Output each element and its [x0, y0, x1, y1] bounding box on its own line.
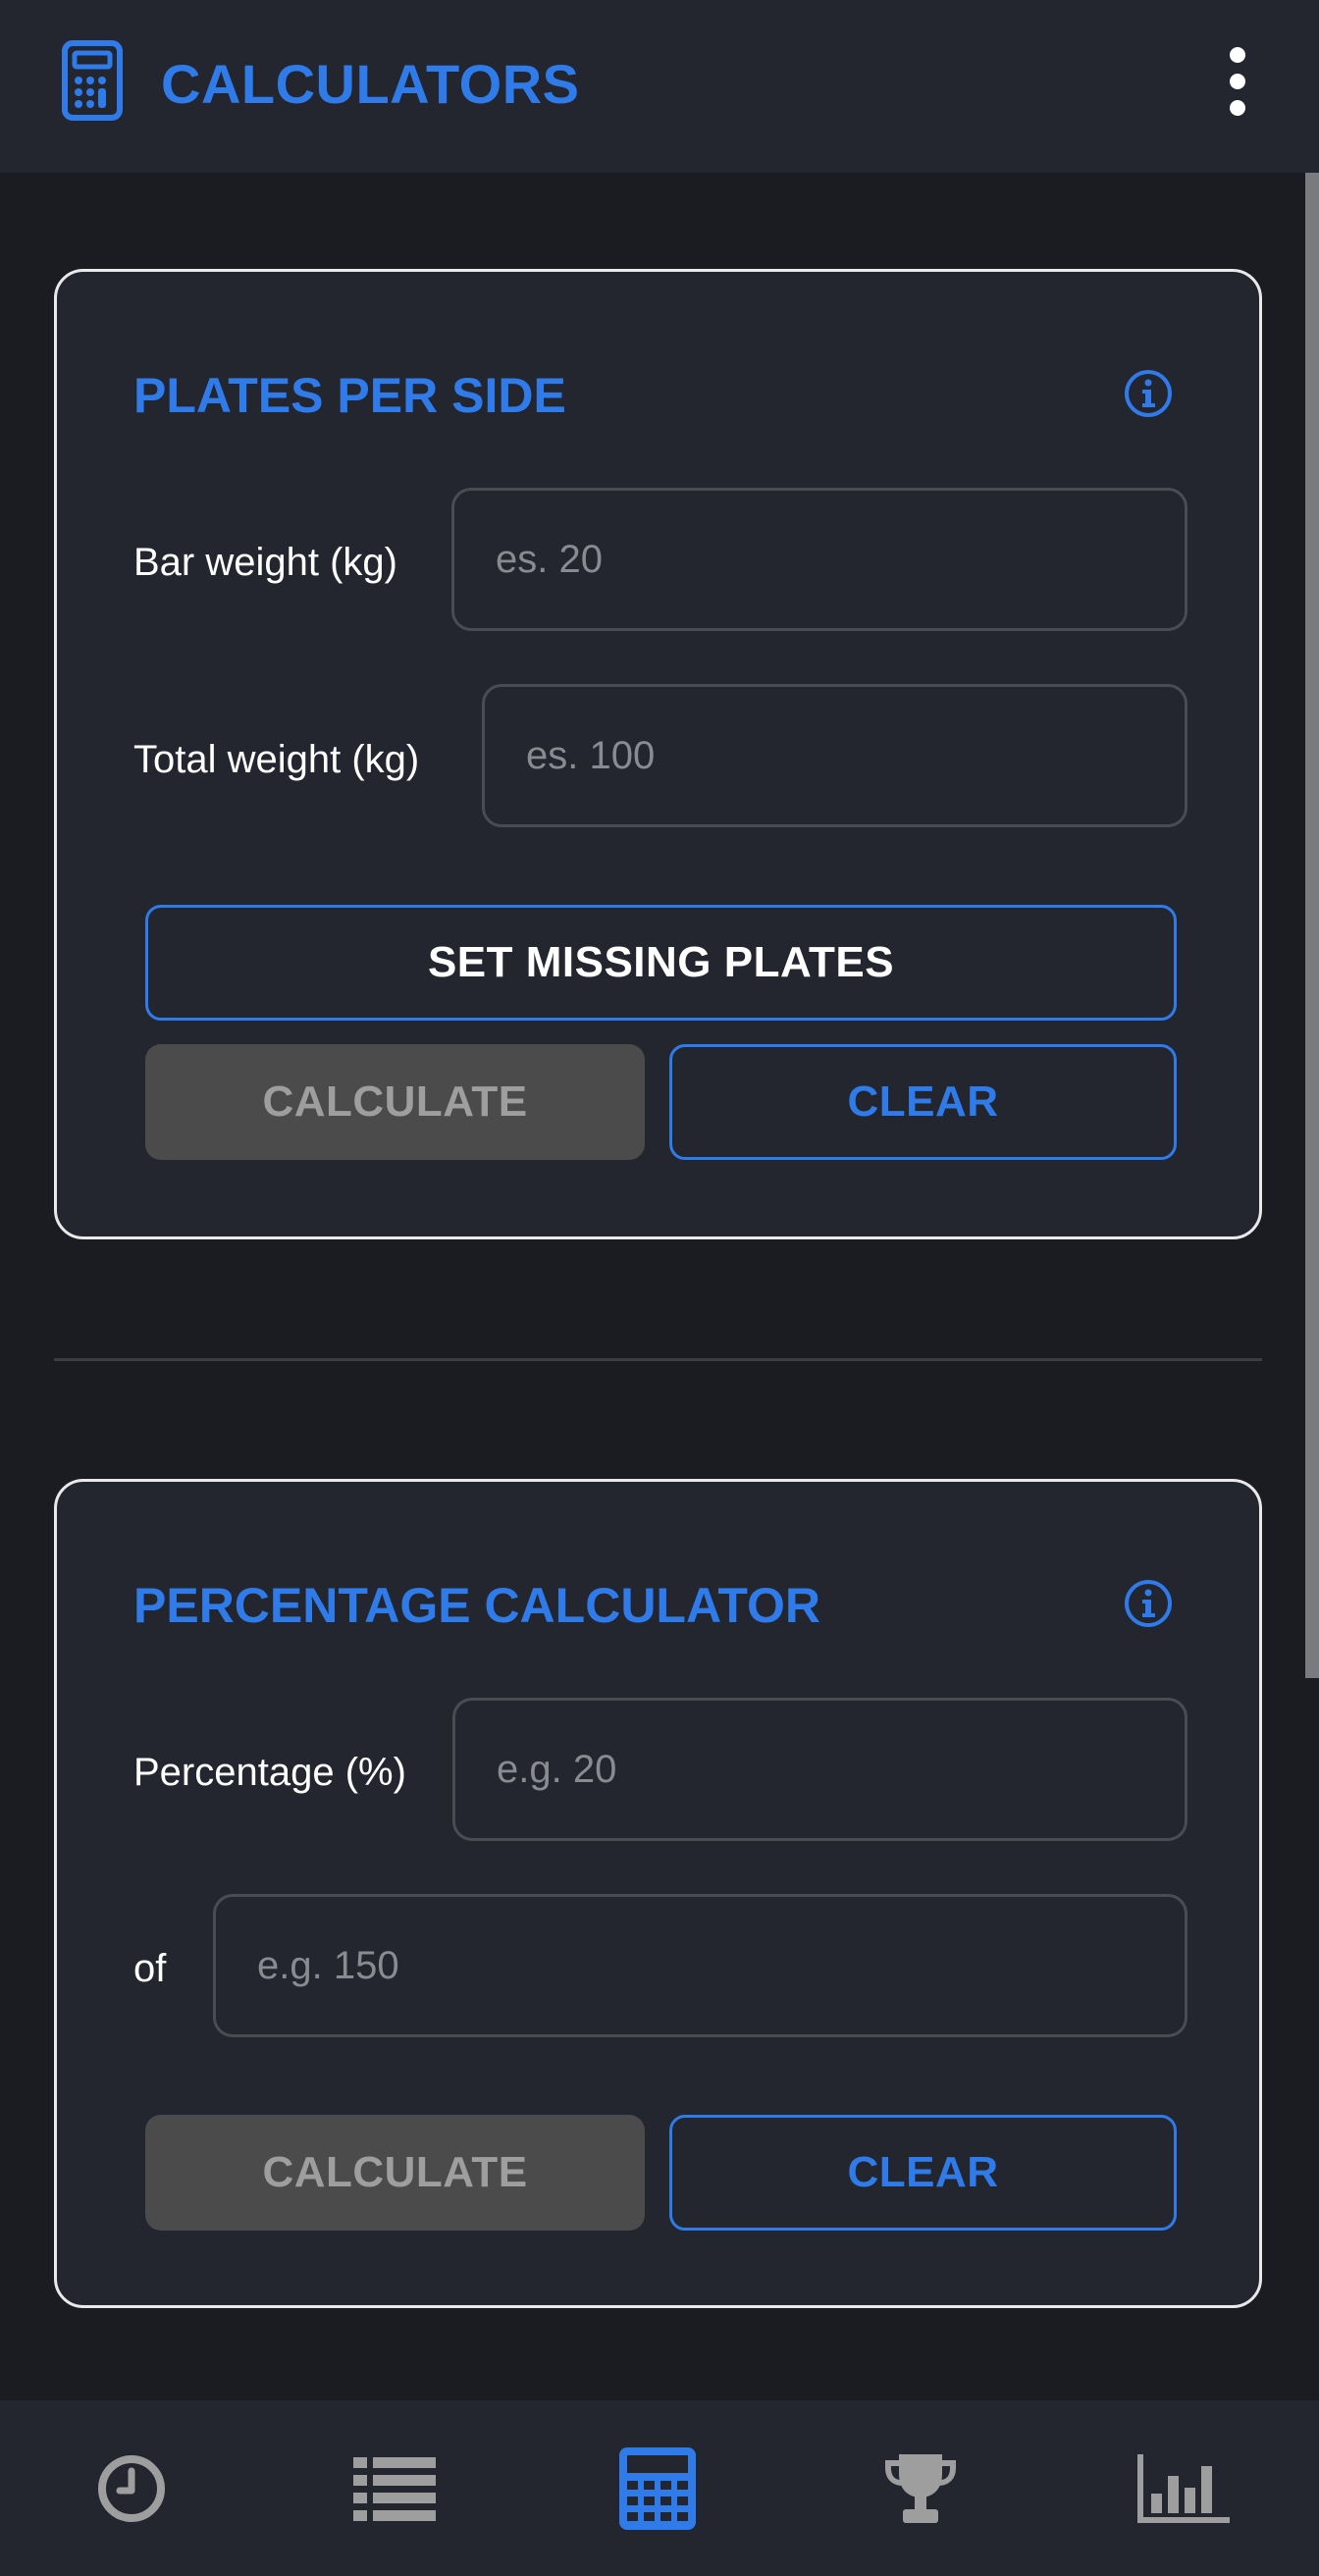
- set-missing-plates-button[interactable]: SET MISSING PLATES: [145, 905, 1177, 1021]
- plates-per-side-card: PLATES PER SIDE Bar weight (kg) Total we…: [54, 269, 1262, 1239]
- info-icon[interactable]: [1123, 1578, 1174, 1629]
- bar-chart-icon: [1137, 2453, 1230, 2523]
- nav-item-calculators[interactable]: [526, 2400, 789, 2576]
- card-title: PLATES PER SIDE: [133, 368, 566, 423]
- top-app-bar: CALCULATORS: [0, 0, 1319, 173]
- clear-button[interactable]: CLEAR: [669, 1044, 1177, 1160]
- nav-item-list[interactable]: [263, 2400, 526, 2576]
- calculator-icon: [62, 40, 123, 121]
- scrollbar[interactable]: [1305, 173, 1319, 1678]
- percentage-label: Percentage (%): [133, 1751, 406, 1794]
- total-weight-label: Total weight (kg): [133, 738, 420, 781]
- bar-weight-input[interactable]: [451, 488, 1187, 631]
- info-icon[interactable]: [1123, 368, 1174, 419]
- nav-item-records[interactable]: [789, 2400, 1052, 2576]
- list-icon: [353, 2456, 436, 2521]
- nav-item-statistics[interactable]: [1052, 2400, 1315, 2576]
- overflow-menu-button[interactable]: [1213, 39, 1262, 124]
- bar-weight-label: Bar weight (kg): [133, 541, 397, 584]
- calculator-icon: [619, 2446, 696, 2530]
- clock-icon: [98, 2454, 165, 2522]
- card-title: PERCENTAGE CALCULATOR: [133, 1578, 820, 1633]
- calculate-button[interactable]: CALCULATE: [145, 2115, 645, 2231]
- bottom-navigation: [0, 2400, 1319, 2576]
- clear-button[interactable]: CLEAR: [669, 2115, 1177, 2231]
- percentage-input[interactable]: [452, 1698, 1187, 1841]
- of-input[interactable]: [213, 1894, 1187, 2037]
- more-vertical-icon: [1230, 47, 1245, 63]
- trophy-icon: [885, 2453, 956, 2523]
- divider: [54, 1358, 1262, 1361]
- percentage-calculator-card: PERCENTAGE CALCULATOR Percentage (%) of …: [54, 1479, 1262, 2308]
- nav-item-history[interactable]: [0, 2400, 263, 2576]
- page-title: CALCULATORS: [161, 53, 580, 115]
- calculate-button[interactable]: CALCULATE: [145, 1044, 645, 1160]
- total-weight-input[interactable]: [482, 684, 1187, 827]
- of-label: of: [133, 1947, 167, 1990]
